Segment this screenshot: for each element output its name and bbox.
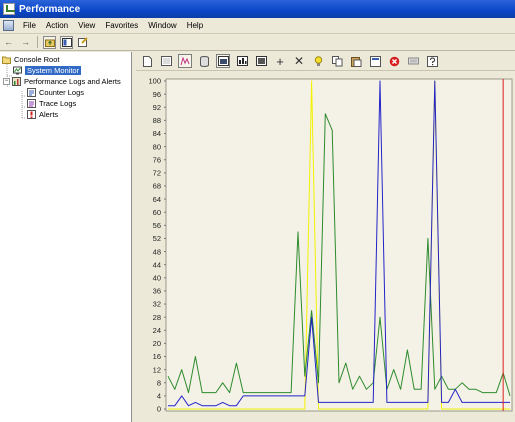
- y-tick-label: 80: [153, 142, 161, 151]
- update-data-icon[interactable]: [406, 54, 420, 68]
- toolbar-separator: [37, 36, 38, 48]
- y-tick-label: 84: [153, 129, 161, 138]
- tree-label-console-root: Console Root: [14, 55, 60, 64]
- y-tick-label: 0: [157, 405, 161, 414]
- tree-label-counter-logs: Counter Logs: [39, 88, 85, 97]
- tree-label-system-monitor: System Monitor: [25, 66, 82, 75]
- tree-item-trace-logs[interactable]: Trace Logs: [27, 98, 76, 109]
- highlight-icon[interactable]: [311, 54, 325, 68]
- view-histogram-icon[interactable]: [235, 54, 249, 68]
- view-graph-icon[interactable]: [216, 54, 230, 68]
- show-hide-tree-icon[interactable]: [60, 35, 73, 49]
- tree-label-trace-logs: Trace Logs: [39, 99, 77, 108]
- y-tick-label: 4: [157, 392, 161, 401]
- tree-item-counter-logs[interactable]: Counter Logs: [27, 87, 84, 98]
- menu-view[interactable]: View: [73, 21, 100, 30]
- y-tick-label: 68: [153, 182, 161, 191]
- trace-logs-icon: [27, 99, 36, 108]
- y-tick-label: 52: [153, 234, 161, 243]
- tree-item-system-monitor[interactable]: System Monitor: [13, 65, 82, 76]
- window-title: Performance: [19, 3, 81, 15]
- y-tick-label: 8: [157, 378, 161, 387]
- freeze-display-icon[interactable]: [387, 54, 401, 68]
- title-bar[interactable]: Performance: [0, 0, 515, 18]
- view-log-data-icon[interactable]: [197, 54, 211, 68]
- y-tick-label: 32: [153, 300, 161, 309]
- menu-window[interactable]: Window: [143, 21, 181, 30]
- tree-item-alerts[interactable]: Alerts: [27, 109, 58, 120]
- paste-counter-list-icon[interactable]: [349, 54, 363, 68]
- y-tick-label: 40: [153, 274, 161, 283]
- folder-icon: [2, 56, 11, 64]
- counter-logs-icon: [27, 88, 36, 97]
- menu-favorites[interactable]: Favorites: [100, 21, 143, 30]
- main-toolbar: ← →: [0, 34, 515, 51]
- y-tick-label: 44: [153, 260, 161, 269]
- menu-action[interactable]: Action: [41, 21, 73, 30]
- performance-graph: 0481216202428323640444852566064687276808…: [148, 77, 513, 414]
- up-folder-icon[interactable]: [43, 35, 56, 49]
- y-tick-label: 16: [153, 352, 161, 361]
- system-monitor-chart[interactable]: 0 4 8 12 16 20 24 28 32 36 40 44 48 52 56 60 64 68 72 76 80 8…: [136, 72, 515, 422]
- y-tick-label: 28: [153, 313, 161, 322]
- collapse-toggle-icon[interactable]: −: [3, 78, 10, 85]
- properties-icon[interactable]: [77, 36, 90, 49]
- view-current-activity-icon[interactable]: [178, 54, 192, 68]
- y-tick-label: 100: [148, 77, 161, 86]
- y-tick-label: 92: [153, 103, 161, 112]
- performance-logs-icon: [12, 77, 21, 86]
- y-tick-label: 60: [153, 208, 161, 217]
- y-tick-label: 20: [153, 339, 161, 348]
- menu-file[interactable]: File: [18, 21, 41, 30]
- y-tick-label: 12: [153, 365, 161, 374]
- system-monitor-toolbar: + ✕: [136, 52, 515, 71]
- menu-bar: File Action View Favorites Window Help: [0, 18, 515, 34]
- y-tick-label: 72: [153, 169, 161, 178]
- console-tree: Console Root System Monitor − Performanc…: [0, 52, 132, 422]
- plot-area: [165, 78, 513, 412]
- delete-counter-icon[interactable]: ✕: [292, 54, 306, 68]
- y-tick-label: 24: [153, 326, 161, 335]
- new-counter-set-icon[interactable]: [140, 54, 154, 68]
- copy-properties-icon[interactable]: [330, 54, 344, 68]
- y-tick-label: 56: [153, 221, 161, 230]
- performance-app-icon: [3, 3, 15, 15]
- forward-arrow-icon[interactable]: →: [19, 36, 32, 49]
- y-tick-label: 76: [153, 155, 161, 164]
- tree-label-performance-logs: Performance Logs and Alerts: [24, 77, 121, 86]
- menu-help[interactable]: Help: [182, 21, 208, 30]
- add-counter-icon[interactable]: +: [273, 54, 287, 69]
- y-tick-label: 96: [153, 90, 161, 99]
- y-tick-label: 88: [153, 116, 161, 125]
- mmc-system-menu-icon[interactable]: [3, 20, 14, 31]
- back-arrow-icon[interactable]: ←: [2, 36, 15, 49]
- clear-display-icon[interactable]: [159, 54, 173, 68]
- tree-item-performance-logs-and-alerts[interactable]: − Performance Logs and Alerts: [3, 76, 121, 87]
- properties-icon[interactable]: [368, 54, 382, 68]
- tree-label-alerts: Alerts: [39, 110, 59, 119]
- help-icon[interactable]: [425, 54, 439, 68]
- tree-item-console-root[interactable]: Console Root: [2, 54, 59, 65]
- y-tick-label: 48: [153, 247, 161, 256]
- view-report-icon[interactable]: [254, 54, 268, 68]
- y-tick-label: 36: [153, 287, 161, 296]
- system-monitor-icon: [13, 66, 22, 75]
- alerts-icon: [27, 110, 36, 119]
- y-tick-label: 64: [153, 195, 161, 204]
